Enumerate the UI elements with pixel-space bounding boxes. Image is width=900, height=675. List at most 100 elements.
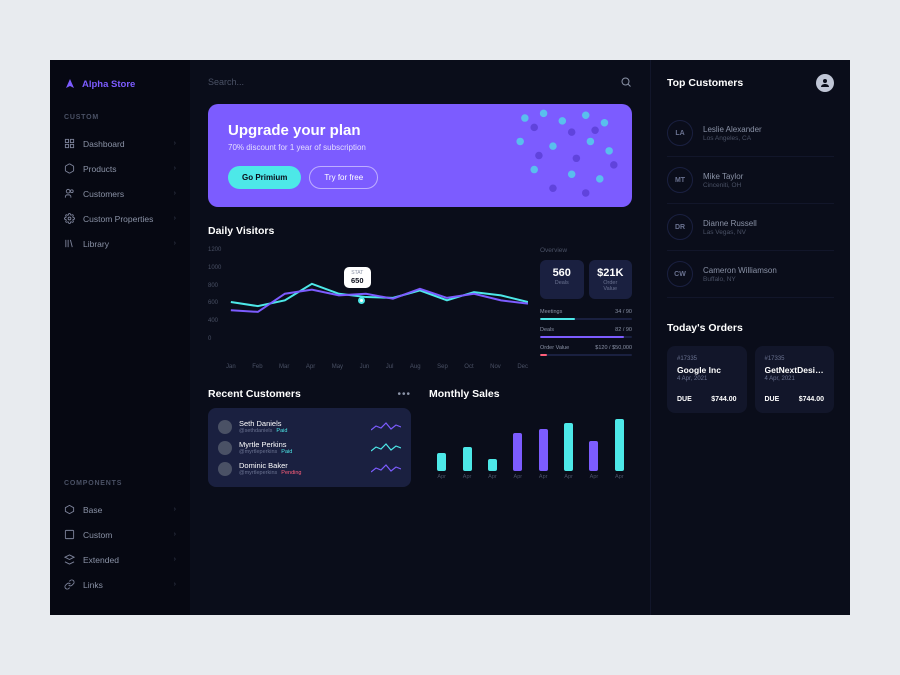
progress-row: Meetings 34 / 90 [540, 309, 632, 320]
library-icon [64, 238, 75, 249]
stat-label: Order Value [597, 280, 625, 292]
sidebar-item-library[interactable]: Library› [50, 231, 190, 256]
avatar [218, 462, 232, 476]
chart-highlight-dot [358, 297, 365, 304]
progress-bar [540, 354, 632, 356]
bar-label: Apr [564, 474, 573, 480]
customer-row[interactable]: Myrtle Perkins@myrtleperkinsPaid [218, 437, 401, 458]
user-avatar[interactable] [816, 74, 834, 92]
top-customer-row[interactable]: MTMike TaylorCinceniti, OH [667, 157, 834, 204]
tooltip-value: 650 [351, 276, 364, 285]
chevron-right-icon: › [174, 240, 176, 247]
bar [463, 447, 472, 471]
custom-icon [64, 529, 75, 540]
status-badge: Pending [281, 470, 301, 476]
top-customer-name: Cameron Williamson [703, 266, 777, 275]
order-amount: $744.00 [711, 396, 736, 403]
chevron-right-icon: › [174, 506, 176, 513]
brand-name: Alpha Store [82, 79, 135, 90]
stat-card: $21KOrder Value [589, 260, 633, 299]
products-icon [64, 163, 75, 174]
order-status: DUE [765, 396, 780, 403]
top-customer-row[interactable]: CWCameron WilliamsonBuffalo, NY [667, 251, 834, 298]
chevron-right-icon: › [174, 581, 176, 588]
try-free-button[interactable]: Try for free [309, 166, 378, 189]
recent-title: Recent Customers [208, 388, 301, 400]
progress-bar [540, 318, 632, 320]
progress-name: Deals [540, 327, 554, 333]
top-customer-location: Cinceniti, OH [703, 182, 743, 189]
bar [539, 429, 548, 471]
order-date: 4 Apr, 2021 [765, 376, 825, 382]
bar [615, 419, 624, 471]
visitors-title: Daily Visitors [208, 225, 632, 237]
sparkline [371, 441, 401, 455]
bar-label: Apr [488, 474, 497, 480]
search-icon[interactable] [620, 76, 632, 88]
customer-name: Myrtle Perkins [239, 440, 364, 449]
stat-value: 560 [548, 267, 576, 279]
customers-icon [64, 188, 75, 199]
avatar-icon [819, 77, 831, 89]
bar-label: Apr [615, 474, 624, 480]
search-input[interactable] [208, 77, 620, 87]
bar-group: Apr [509, 433, 526, 480]
top-customer-name: Dianne Russell [703, 219, 757, 228]
order-company: Google Inc [677, 365, 737, 375]
stat-label: Deals [548, 280, 576, 286]
order-company: GetNextDesign [765, 365, 825, 375]
right-panel: Top Customers LALeslie AlexanderLos Ange… [650, 60, 850, 615]
dashboard-icon [64, 138, 75, 149]
customer-initials-badge: CW [667, 261, 693, 287]
x-tick: May [332, 364, 343, 370]
customer-initials-badge: MT [667, 167, 693, 193]
logo[interactable]: Alpha Store [50, 78, 190, 90]
sidebar-item-base[interactable]: Base › [50, 497, 190, 522]
x-tick: Nov [490, 364, 501, 370]
customer-initials-badge: LA [667, 120, 693, 146]
visitors-chart: 120010008006004000 STAT 650 JanFebMarApr… [208, 247, 528, 370]
progress-value: 34 / 90 [615, 309, 632, 315]
sidebar-item-dashboard[interactable]: Dashboard› [50, 131, 190, 156]
upgrade-banner: Upgrade your plan 70% discount for 1 yea… [208, 104, 632, 207]
bar-group: Apr [560, 423, 577, 480]
sidebar-item-extended[interactable]: Extended› [50, 547, 190, 572]
chart-tooltip: STAT 650 [344, 267, 371, 288]
y-tick: 400 [208, 318, 221, 324]
customer-card: Seth Daniels@sethdanielsPaidMyrtle Perki… [208, 408, 411, 487]
avatar [218, 441, 232, 455]
chevron-right-icon: › [174, 190, 176, 197]
x-tick: Oct [464, 364, 473, 370]
chevron-right-icon: › [174, 215, 176, 222]
order-card[interactable]: #17335GetNextDesign4 Apr, 2021DUE$744.00 [755, 346, 835, 413]
x-tick: Jan [226, 364, 236, 370]
top-customer-row[interactable]: LALeslie AlexanderLos Angeles, CA [667, 110, 834, 157]
more-icon[interactable]: ••• [397, 389, 411, 400]
bar [564, 423, 573, 471]
order-id: #17335 [677, 356, 737, 362]
top-customer-name: Leslie Alexander [703, 125, 762, 134]
sidebar-item-customers[interactable]: Customers› [50, 181, 190, 206]
sidebar-item-label: Extended [83, 555, 119, 565]
top-customer-row[interactable]: DRDianne RussellLas Vegas, NV [667, 204, 834, 251]
sidebar-item-links[interactable]: Links› [50, 572, 190, 597]
customer-row[interactable]: Seth Daniels@sethdanielsPaid [218, 416, 401, 437]
go-premium-button[interactable]: Go Primium [228, 166, 301, 189]
progress-bar [540, 336, 632, 338]
status-badge: Paid [276, 428, 287, 434]
customer-row[interactable]: Dominic Baker@myrtleperkinsPending [218, 458, 401, 479]
y-tick: 800 [208, 283, 221, 289]
order-card[interactable]: #17335Google Inc4 Apr, 2021DUE$744.00 [667, 346, 747, 413]
sidebar-item-products[interactable]: Products› [50, 156, 190, 181]
customer-handle: @myrtleperkins [239, 470, 277, 476]
overview-label: Overview [540, 247, 632, 254]
sidebar-item-label: Base [83, 505, 102, 515]
main-content: Upgrade your plan 70% discount for 1 yea… [190, 60, 650, 615]
custom-properties-icon [64, 213, 75, 224]
sidebar-item-custom[interactable]: Custom› [50, 522, 190, 547]
sidebar-item-custom-properties[interactable]: Custom Properties› [50, 206, 190, 231]
visitors-section: 120010008006004000 STAT 650 JanFebMarApr… [208, 247, 632, 370]
progress-name: Meetings [540, 309, 562, 315]
status-badge: Paid [281, 449, 292, 455]
sidebar: Alpha Store CUSTOM Dashboard›Products›Cu… [50, 60, 190, 615]
